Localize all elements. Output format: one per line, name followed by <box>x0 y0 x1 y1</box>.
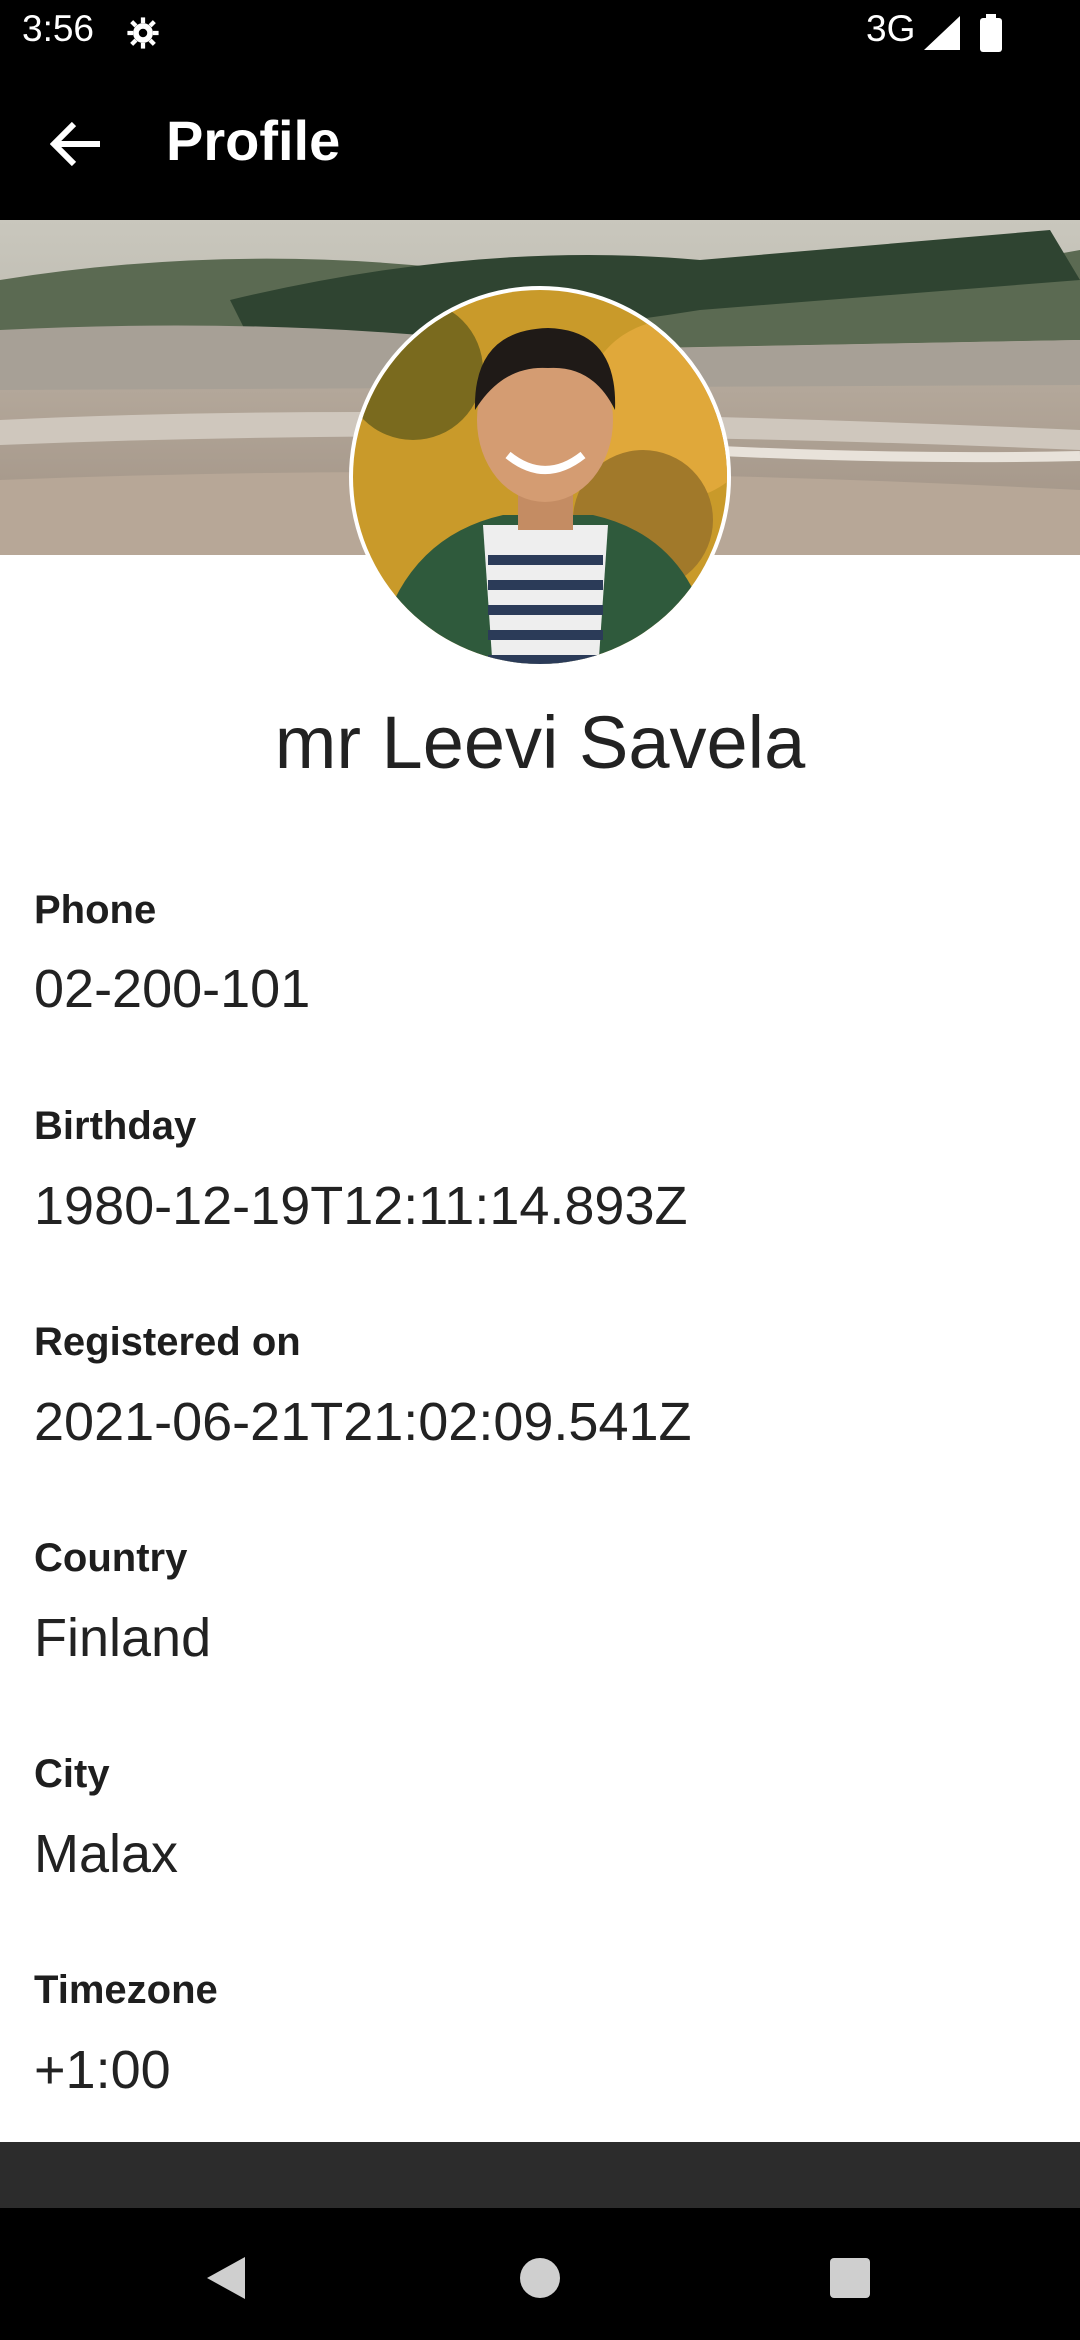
battery-icon <box>980 14 1002 57</box>
nav-home-button[interactable] <box>500 2238 580 2318</box>
page-title: Profile <box>166 109 341 172</box>
settings-gear-icon <box>126 16 160 55</box>
avatar <box>349 286 731 668</box>
back-triangle-icon <box>207 2257 245 2299</box>
profile-content[interactable]: mr Leevi Savela Phone 02-200-101 Birthda… <box>0 220 1080 2142</box>
network-type: 3G <box>866 8 916 49</box>
recents-square-icon <box>830 2258 870 2298</box>
city-value: Malax <box>34 1824 179 1884</box>
status-time: 3:56 <box>22 8 95 49</box>
birthday-value: 1980-12-19T12:11:14.893Z <box>34 1176 688 1236</box>
profile-name: mr Leevi Savela <box>274 701 806 784</box>
registered-on-value: 2021-06-21T21:02:09.541Z <box>34 1392 692 1452</box>
timezone-label: Timezone <box>34 1968 218 2012</box>
signal-icon <box>924 16 960 55</box>
arrow-back-icon <box>50 122 100 166</box>
country-label: Country <box>34 1536 188 1580</box>
phone-screen: 3:56 3G Profile mr Leevi Savela Phone 02… <box>0 0 1080 2340</box>
home-circle-icon <box>520 2258 560 2298</box>
back-button[interactable] <box>40 108 112 180</box>
city-label: City <box>34 1752 110 1796</box>
nav-back-button[interactable] <box>186 2238 266 2318</box>
timezone-value: +1:00 <box>34 2040 171 2100</box>
phone-label: Phone <box>34 888 157 932</box>
bottom-strip <box>0 2142 1080 2208</box>
country-value: Finland <box>34 1608 212 1668</box>
system-nav-bar <box>0 2208 1080 2340</box>
registered-on-label: Registered on <box>34 1320 301 1364</box>
nav-recents-button[interactable] <box>810 2238 890 2318</box>
birthday-label: Birthday <box>34 1104 197 1148</box>
app-bar: Profile <box>0 66 1080 220</box>
status-bar: 3:56 3G <box>0 0 1080 66</box>
phone-value: 02-200-101 <box>34 959 311 1019</box>
